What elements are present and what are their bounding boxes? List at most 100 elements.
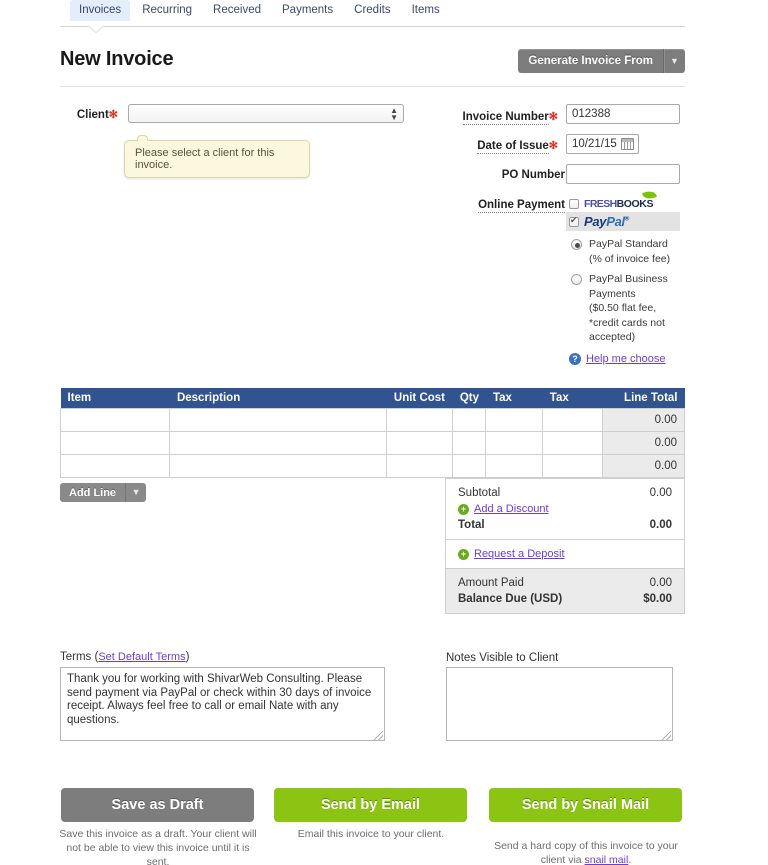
- cell-item[interactable]: [59, 453, 171, 478]
- client-select[interactable]: ▲ ▼: [128, 104, 404, 123]
- calendar-icon[interactable]: [620, 138, 634, 150]
- cell-unit-cost[interactable]: [386, 430, 453, 455]
- send-by-email-button[interactable]: Send by Email: [274, 788, 467, 822]
- cell-item[interactable]: [59, 407, 171, 432]
- totals-panel: Subtotal 0.00 + Add a Discount Total 0.0…: [445, 478, 685, 614]
- tabs-divider: [60, 26, 685, 27]
- freshbooks-checkbox[interactable]: [569, 199, 579, 209]
- cell-unit-cost[interactable]: [386, 407, 453, 432]
- invoice-number-label: Invoice Number✻: [420, 110, 558, 125]
- balance-due-value: $0.00: [643, 593, 672, 605]
- cell-item[interactable]: [59, 430, 171, 455]
- page-title: New Invoice: [60, 48, 174, 70]
- save-as-draft-button[interactable]: Save as Draft: [61, 788, 254, 822]
- send-by-snail-mail-button[interactable]: Send by Snail Mail: [489, 788, 682, 822]
- balance-due-row: Balance Due (USD) $0.00: [458, 591, 672, 607]
- table-row[interactable]: 0.00: [59, 430, 685, 455]
- invoice-items-table: Item Description Unit Cost Qty Tax Tax L…: [59, 388, 685, 478]
- request-deposit-row[interactable]: + Request a Deposit: [458, 546, 672, 562]
- paypal-standard-text: PayPal Standard (% of invoice fee): [589, 237, 670, 266]
- title-divider: [60, 86, 685, 87]
- generate-invoice-from-dropdown[interactable]: ▼: [663, 49, 685, 73]
- cell-description[interactable]: [169, 407, 388, 432]
- paypal-standard-detail: (% of invoice fee): [589, 252, 671, 265]
- paypal-standard-title: PayPal Standard: [589, 238, 668, 250]
- snail-mail-link[interactable]: snail mail: [585, 854, 629, 865]
- tab-recurring[interactable]: Recurring: [133, 0, 201, 21]
- date-of-issue-label: Date of Issue✻: [420, 139, 558, 154]
- plus-icon: +: [458, 548, 469, 560]
- client-label-text: Client: [76, 109, 109, 121]
- set-default-terms-link[interactable]: Set Default Terms: [98, 651, 185, 663]
- terms-label: Terms (Set Default Terms): [60, 651, 189, 663]
- paypal-trademark: ®: [624, 216, 629, 223]
- po-number-input[interactable]: [566, 164, 680, 184]
- paypal-business-title: PayPal Business Payments: [589, 273, 668, 300]
- cell-qty[interactable]: [451, 430, 487, 455]
- cell-unit-cost[interactable]: [386, 453, 453, 478]
- date-of-issue-field[interactable]: 10/21/15: [566, 134, 639, 154]
- question-mark-icon[interactable]: ?: [569, 352, 581, 365]
- table-row[interactable]: 0.00: [59, 407, 685, 432]
- tab-credits[interactable]: Credits: [345, 0, 399, 21]
- add-line-label: Add Line: [69, 486, 117, 499]
- active-tab-notch-icon: [89, 26, 103, 32]
- tab-payments[interactable]: Payments: [273, 0, 342, 21]
- cell-tax-2[interactable]: [542, 407, 604, 432]
- col-unit-cost: Unit Cost: [386, 388, 452, 408]
- paypal-checkbox[interactable]: [569, 215, 579, 227]
- freshbooks-payment-row[interactable]: FRESHBOOKS: [566, 189, 680, 212]
- subtotal-value: 0.00: [649, 487, 672, 499]
- notes-textarea[interactable]: [446, 667, 673, 741]
- add-discount-row[interactable]: + Add a Discount: [458, 501, 672, 517]
- cell-tax-1[interactable]: [485, 407, 544, 432]
- snail-mail-caption-post: .: [628, 854, 632, 865]
- add-line-dropdown[interactable]: ▼: [125, 483, 146, 502]
- paypal-logo-pal: Pal: [606, 214, 625, 229]
- invoice-number-label-text: Invoice Number: [462, 111, 549, 125]
- tab-items[interactable]: Items: [403, 0, 449, 21]
- totals-section-main: Subtotal 0.00 + Add a Discount Total 0.0…: [446, 479, 684, 539]
- cell-line-total: 0.00: [602, 407, 685, 432]
- paypal-business-detail: ($0.50 flat fee, *credit cards not accep…: [589, 302, 665, 343]
- request-deposit-link[interactable]: Request a Deposit: [474, 548, 565, 560]
- cell-tax-2[interactable]: [542, 430, 604, 455]
- terms-textarea[interactable]: Thank you for working with ShivarWeb Con…: [60, 667, 385, 741]
- required-asterisk-icon: ✻: [548, 111, 558, 123]
- help-me-choose-row[interactable]: ? Help me choose: [566, 345, 680, 365]
- invoice-number-input[interactable]: 012388: [566, 104, 680, 124]
- paypal-standard-option[interactable]: PayPal Standard (% of invoice fee): [566, 231, 680, 266]
- paypal-business-text: PayPal Business Payments ($0.50 flat fee…: [589, 272, 677, 345]
- add-line-button[interactable]: Add Line ▼: [60, 483, 147, 502]
- cell-description[interactable]: [169, 430, 388, 455]
- invoice-page: Invoices Recurring Received Payments Cre…: [0, 0, 768, 865]
- cell-qty[interactable]: [451, 453, 487, 478]
- cell-qty[interactable]: [451, 407, 487, 432]
- col-description: Description: [169, 388, 387, 408]
- items-table-header-row: Item Description Unit Cost Qty Tax Tax L…: [60, 388, 685, 408]
- client-tooltip: Please select a client for this invoice.: [124, 135, 310, 178]
- tab-invoices[interactable]: Invoices: [70, 0, 131, 21]
- paypal-business-radio[interactable]: [571, 274, 582, 285]
- date-of-issue-value: 10/21/15: [572, 138, 617, 150]
- table-row[interactable]: 0.00: [59, 453, 685, 478]
- col-line-total: Line Total: [602, 388, 685, 408]
- cell-description[interactable]: [169, 453, 388, 478]
- help-me-choose-link[interactable]: Help me choose: [586, 353, 666, 365]
- save-as-draft-caption: Save this invoice as a draft. Your clien…: [59, 828, 257, 865]
- paypal-business-option[interactable]: PayPal Business Payments ($0.50 flat fee…: [566, 266, 680, 345]
- generate-invoice-from-button[interactable]: Generate Invoice From ▼: [518, 49, 685, 73]
- tooltip-pointer-icon: [137, 135, 148, 141]
- cell-tax-1[interactable]: [485, 453, 544, 478]
- cell-tax-2[interactable]: [542, 453, 604, 478]
- add-discount-link[interactable]: Add a Discount: [474, 503, 549, 515]
- paypal-standard-radio[interactable]: [571, 239, 582, 250]
- date-of-issue-label-text: Date of Issue: [477, 140, 549, 154]
- cell-tax-1[interactable]: [485, 430, 544, 455]
- tab-received[interactable]: Received: [204, 0, 270, 21]
- paypal-payment-row[interactable]: PayPal®: [566, 212, 680, 231]
- online-payment-label-text: Online Payment: [478, 199, 565, 213]
- col-tax-1: Tax: [485, 388, 543, 408]
- paypal-logo-pay: Pay: [584, 214, 607, 229]
- col-qty: Qty: [452, 388, 486, 408]
